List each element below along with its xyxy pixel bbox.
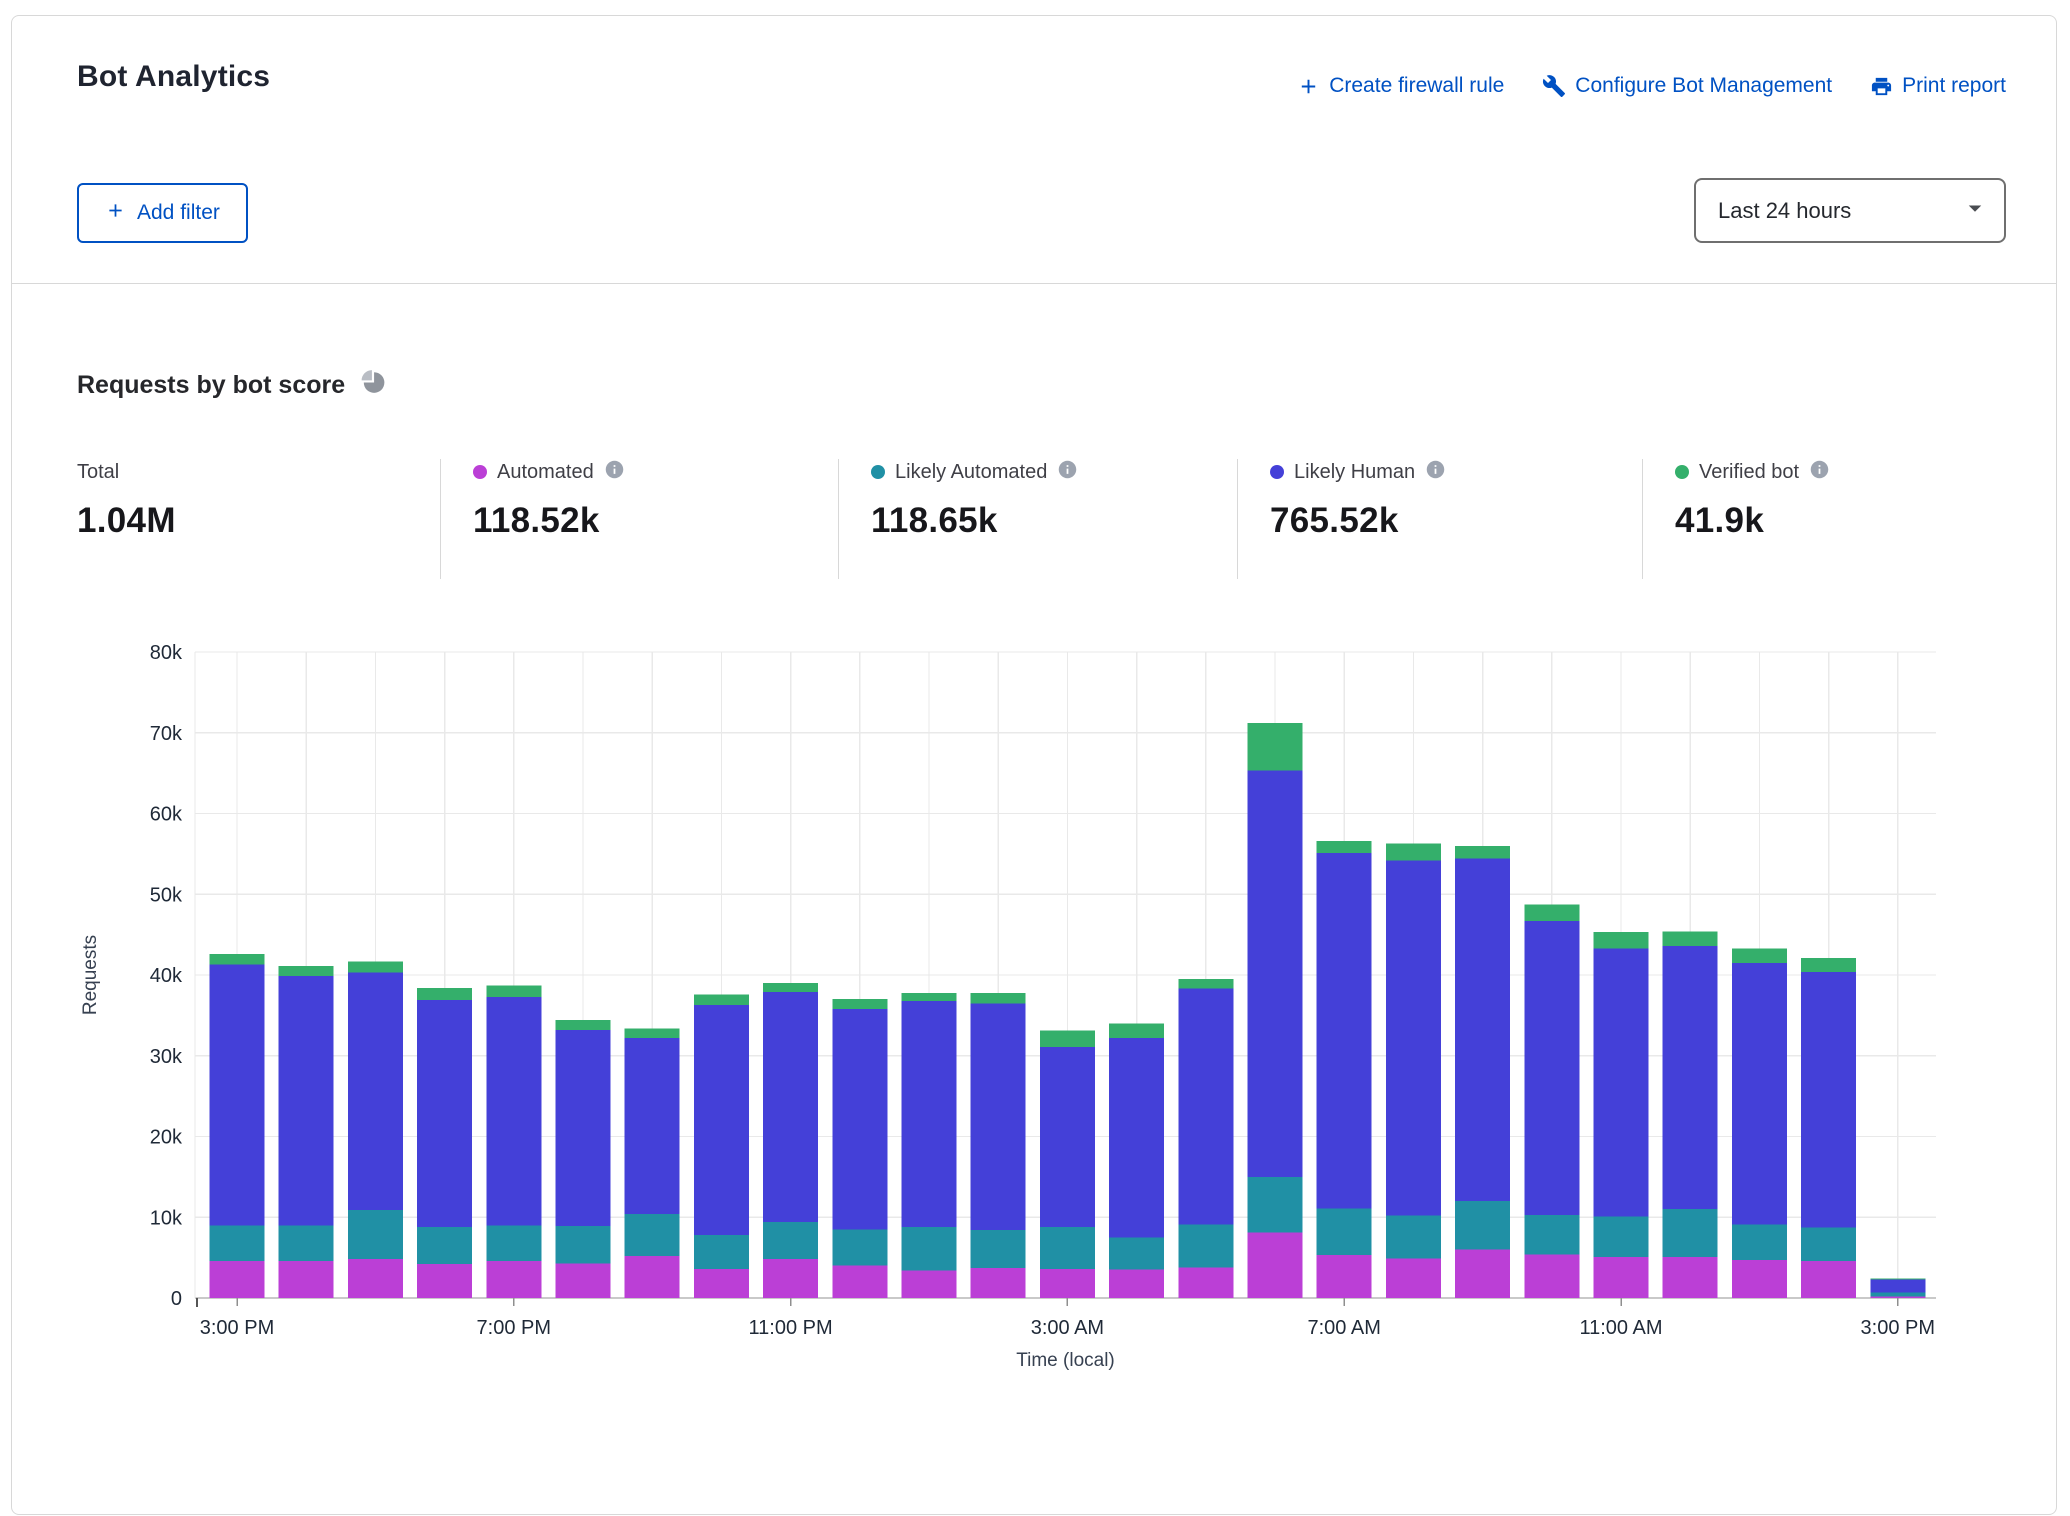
time-range-value: Last 24 hours — [1718, 198, 1851, 224]
svg-text:0: 0 — [171, 1288, 182, 1310]
svg-text:40k: 40k — [150, 965, 183, 987]
svg-text:10k: 10k — [150, 1207, 183, 1229]
stat-verified-bot: Verified bot 41.9k — [1675, 459, 1830, 541]
automated-dot — [473, 465, 487, 479]
svg-text:60k: 60k — [150, 804, 183, 826]
stat-verified-bot-value: 41.9k — [1675, 501, 1830, 541]
info-icon[interactable] — [1057, 459, 1078, 485]
svg-text:3:00 AM: 3:00 AM — [1031, 1317, 1104, 1339]
svg-text:70k: 70k — [150, 723, 183, 745]
stat-likely-automated: Likely Automated 118.65k — [871, 459, 1078, 541]
svg-text:3:00 PM: 3:00 PM — [1861, 1317, 1935, 1339]
info-icon[interactable] — [1809, 459, 1830, 485]
wrench-icon — [1542, 74, 1566, 98]
time-range-select[interactable]: Last 24 hours — [1694, 178, 2006, 243]
create-firewall-rule-link[interactable]: Create firewall rule — [1297, 74, 1504, 98]
stat-divider — [1237, 459, 1238, 579]
page-title: Bot Analytics — [77, 60, 270, 94]
header-divider — [12, 283, 2056, 284]
section-title: Requests by bot score — [77, 369, 386, 402]
stat-likely-human-value: 765.52k — [1270, 501, 1446, 541]
info-icon[interactable] — [1425, 459, 1446, 485]
svg-text:80k: 80k — [150, 642, 183, 664]
svg-text:20k: 20k — [150, 1127, 183, 1149]
add-filter-button[interactable]: Add filter — [77, 183, 248, 243]
stat-automated-value: 118.52k — [473, 501, 625, 541]
likely-automated-dot — [871, 465, 885, 479]
svg-text:50k: 50k — [150, 884, 183, 906]
print-report-link[interactable]: Print report — [1870, 74, 2006, 98]
svg-text:11:00 PM: 11:00 PM — [749, 1317, 833, 1339]
info-icon[interactable] — [604, 459, 625, 485]
svg-text:7:00 AM: 7:00 AM — [1308, 1317, 1381, 1339]
svg-text:3:00 PM: 3:00 PM — [200, 1317, 274, 1339]
chevron-down-icon — [1960, 193, 1990, 229]
svg-text:11:00 AM: 11:00 AM — [1579, 1317, 1662, 1339]
plus-icon — [105, 200, 126, 227]
printer-icon — [1870, 75, 1893, 98]
svg-text:7:00 PM: 7:00 PM — [477, 1317, 551, 1339]
header-actions: Create firewall rule Configure Bot Manag… — [1297, 74, 2006, 98]
stat-likely-human: Likely Human 765.52k — [1270, 459, 1446, 541]
stat-divider — [1642, 459, 1643, 579]
configure-bot-management-link[interactable]: Configure Bot Management — [1542, 74, 1832, 98]
likely-human-dot — [1270, 465, 1284, 479]
pie-chart-icon — [360, 369, 386, 402]
bot-analytics-card: 0 10k 20k 30k 40k 50k 60k 70k 80k 3:00 PM 7:00 PM 1… — [11, 15, 2057, 1515]
verified-bot-dot — [1675, 465, 1689, 479]
stat-total-value: 1.04M — [77, 501, 176, 541]
stat-likely-automated-value: 118.65k — [871, 501, 1078, 541]
stat-total: Total 1.04M — [77, 459, 176, 541]
svg-text:Requests: Requests — [80, 935, 101, 1015]
stat-divider — [838, 459, 839, 579]
svg-text:30k: 30k — [150, 1046, 183, 1068]
svg-text:Time (local): Time (local) — [1016, 1350, 1115, 1371]
stat-automated: Automated 118.52k — [473, 459, 625, 541]
stat-divider — [440, 459, 441, 579]
plus-icon — [1297, 75, 1320, 98]
